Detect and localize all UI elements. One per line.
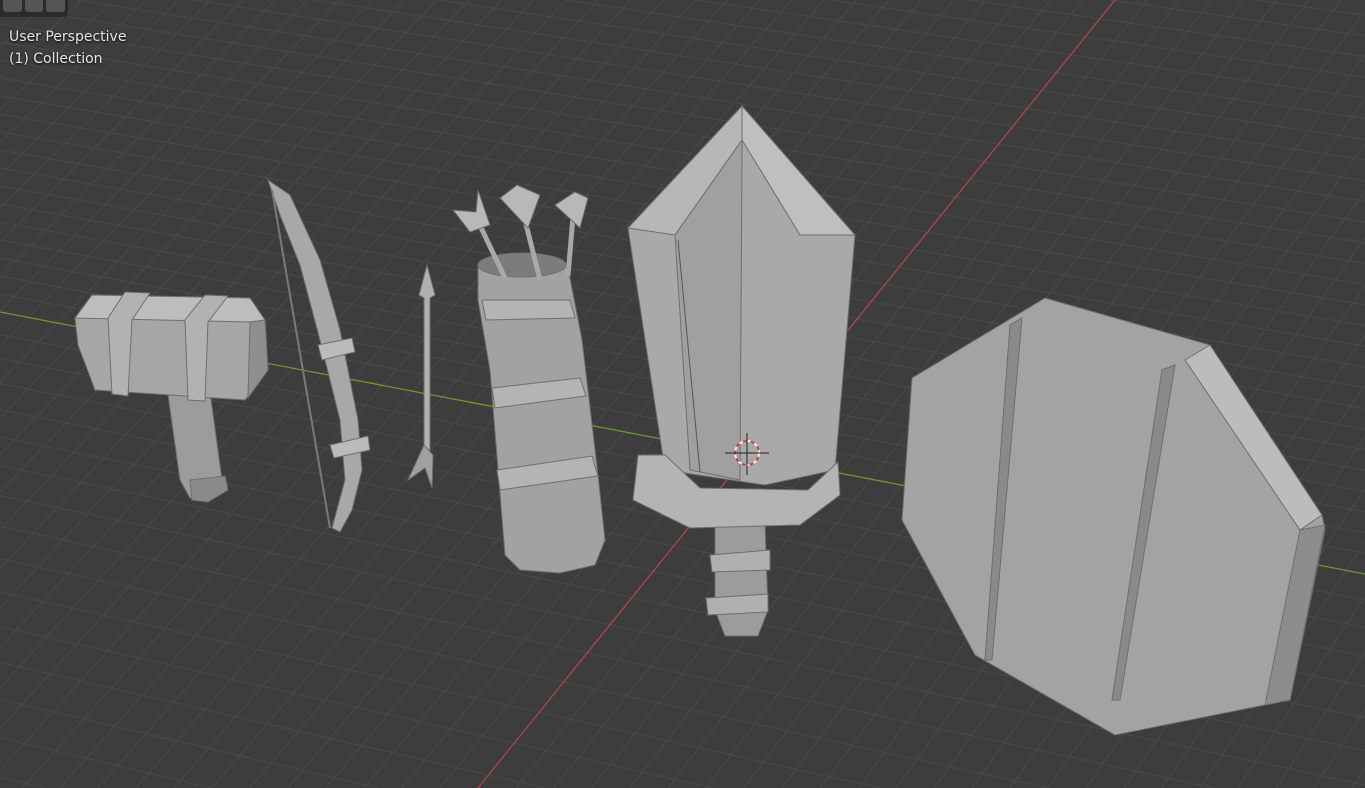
grid-line xyxy=(0,0,308,312)
bow-object[interactable] xyxy=(267,178,371,533)
grid-line xyxy=(0,0,179,176)
shield-object[interactable] xyxy=(901,297,1326,736)
grid-line xyxy=(0,0,147,143)
collection-label: (1) Collection xyxy=(9,51,103,67)
grid-line xyxy=(0,698,378,788)
3d-viewport[interactable] xyxy=(0,0,1365,788)
grid-line xyxy=(0,737,212,788)
grid-line xyxy=(0,661,546,788)
grid-line xyxy=(438,0,1365,140)
hammer-object[interactable] xyxy=(74,291,269,503)
viewport-header-buttons[interactable] xyxy=(0,0,68,17)
grid-line xyxy=(287,0,954,788)
grid-line xyxy=(565,0,1365,120)
grid-line xyxy=(1110,0,1365,37)
grid-line xyxy=(0,776,46,788)
view-perspective-label: User Perspective xyxy=(9,29,127,45)
grid-line xyxy=(1255,0,1365,16)
grid-line xyxy=(0,558,1048,788)
